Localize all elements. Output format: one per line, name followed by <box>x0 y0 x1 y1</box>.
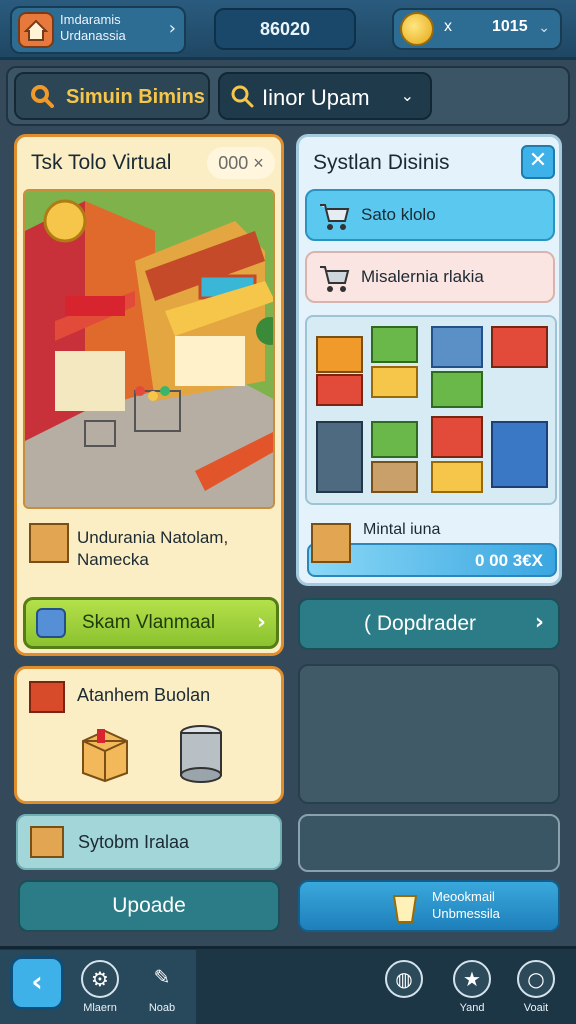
nav-item-search[interactable]: ○ Voait <box>508 954 564 1024</box>
coins-display[interactable]: x 1015 ⌄ <box>392 8 562 50</box>
back-icon[interactable]: ‹ <box>10 956 64 1010</box>
simulation-button[interactable]: Simuin Bimins <box>14 72 210 120</box>
item-value: 0 00 3€X <box>474 551 543 570</box>
system-option-1-label: Sato klolo <box>361 205 436 224</box>
system-card-title: Systlan Disinis <box>313 151 450 174</box>
mail-button[interactable]: Meookmail Unbmessila <box>298 880 560 932</box>
store-action-label: Skam Vlanmaal <box>82 612 216 633</box>
nav-item-settings-label: Mlaern <box>83 1002 117 1014</box>
dropdown-label: Iinor Upam <box>262 85 370 110</box>
search-icon <box>231 85 254 108</box>
store-card: Tsk Tolo Virtual 000 × Undurania Natolam… <box>14 134 284 656</box>
nav-item-clean[interactable]: ✎ Noab <box>134 954 190 1024</box>
can-icon[interactable] <box>177 723 225 785</box>
cart-icon <box>320 204 350 230</box>
home-icon <box>18 12 54 48</box>
box-icon <box>311 523 351 563</box>
cup-icon <box>392 895 418 923</box>
simulation-label: Simuin Bimins <box>66 86 205 108</box>
chevron-right-icon: › <box>534 610 544 635</box>
store-card-title: Tsk Tolo Virtual <box>31 151 172 174</box>
nav-item-search-label: Voait <box>523 1002 549 1014</box>
box-icon[interactable] <box>79 725 131 783</box>
chevron-down-icon: ⌄ <box>538 20 550 36</box>
system-row-label: Sytobm Iralaa <box>78 832 190 852</box>
system-option-2-label: Misalernia rlakia <box>361 267 484 286</box>
nav-item-favorites[interactable]: ★ Yand <box>444 954 500 1024</box>
broom-icon: ✎ <box>153 965 171 989</box>
score-display: 86020 <box>214 8 356 50</box>
coins-multiplier: x <box>444 18 452 35</box>
chevron-right-icon: › <box>256 610 266 635</box>
store-action-button[interactable]: Skam Vlanmaal › <box>23 597 279 649</box>
category-dropdown[interactable]: Iinor Upam ⌄ <box>218 72 432 120</box>
system-card: Systlan Disinis ✕ Sato klolo Misalernia … <box>296 134 562 586</box>
items-grid-image <box>305 315 557 505</box>
nav-item-favorites-label: Yand <box>459 1002 485 1014</box>
system-option-2[interactable]: Misalernia rlakia <box>305 251 555 303</box>
store-badge[interactable]: 000 × <box>207 147 275 179</box>
downgrade-label: ( Dopdrader <box>364 612 477 635</box>
inventory-title: Atanhem Buolan <box>77 685 211 705</box>
nav-item-settings[interactable]: ⚙ Mlaern <box>72 954 128 1024</box>
store-scene-image <box>23 189 275 509</box>
profile-button[interactable]: Imdaramis Urdanassia › <box>10 6 186 54</box>
chevron-right-icon: › <box>168 18 176 39</box>
box-icon <box>30 826 64 858</box>
globe-icon: ◍ <box>385 960 423 998</box>
chevron-down-icon: ⌄ <box>400 86 414 105</box>
item-name: Mintal iuna <box>363 521 441 538</box>
downgrade-button[interactable]: ( Dopdrader › <box>298 598 560 650</box>
close-icon[interactable]: ✕ <box>521 145 555 179</box>
profile-name: Imdaramis Urdanassia <box>60 12 126 43</box>
coins-value: 1015 <box>492 18 528 35</box>
system-row[interactable]: Sytobm Iralaa <box>16 814 282 870</box>
coin-icon <box>400 12 434 46</box>
star-icon: ★ <box>453 960 491 998</box>
inventory-card: Atanhem Buolan <box>14 666 284 804</box>
box-icon <box>29 681 65 713</box>
cart-icon <box>320 266 350 292</box>
item-row[interactable]: 0 00 3€X Mintal iuna <box>307 515 557 577</box>
empty-panel <box>298 664 560 804</box>
store-info: Undurania Natolam, Namecka <box>77 528 229 569</box>
upgrade-button[interactable]: Upoade <box>18 880 280 932</box>
gear-icon: ⚙ <box>81 960 119 998</box>
nav-item-world[interactable]: ◍ <box>376 954 432 1024</box>
mail-label: Meookmail Unbmessila <box>432 889 500 921</box>
magnifier-icon: ○ <box>517 960 555 998</box>
search-icon <box>31 85 54 108</box>
nav-item-clean-label: Noab <box>148 1002 176 1014</box>
system-option-1[interactable]: Sato klolo <box>305 189 555 241</box>
empty-slot[interactable] <box>298 814 560 872</box>
scan-icon <box>36 608 66 638</box>
box-icon <box>29 523 69 563</box>
